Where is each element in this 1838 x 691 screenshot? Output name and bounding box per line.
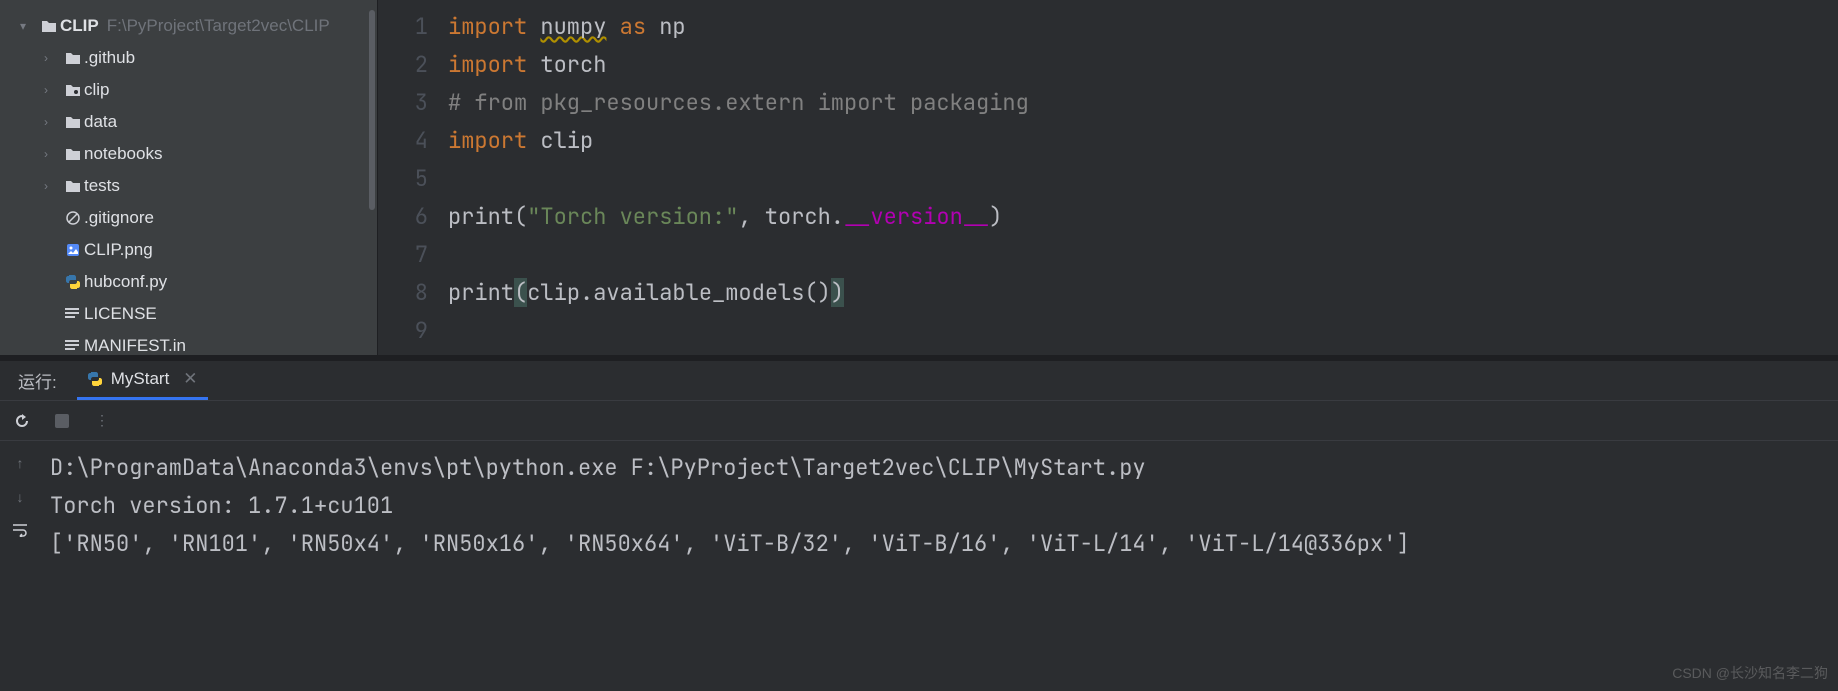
line-number: 1 xyxy=(378,8,428,46)
run-label: 运行: xyxy=(18,368,57,393)
tree-file-license[interactable]: LICENSE xyxy=(0,298,377,330)
folder-icon xyxy=(62,115,84,129)
image-icon xyxy=(62,242,84,258)
tree-folder-tests[interactable]: ›tests xyxy=(0,170,377,202)
folder-icon xyxy=(38,19,60,33)
tree-root[interactable]: ▾ CLIP F:\PyProject\Target2vec\CLIP xyxy=(0,10,377,42)
tree-folder-github[interactable]: ›.github xyxy=(0,42,377,74)
tree-folder-clip[interactable]: ›clip xyxy=(0,74,377,106)
chevron-right-icon[interactable]: › xyxy=(44,115,62,129)
folder-icon xyxy=(62,147,84,161)
text-icon xyxy=(62,307,84,321)
project-tree[interactable]: ▾ CLIP F:\PyProject\Target2vec\CLIP ›.gi… xyxy=(0,0,378,355)
tree-file-gitignore[interactable]: .gitignore xyxy=(0,202,377,234)
line-number: 6 xyxy=(378,198,428,236)
folder-icon xyxy=(62,179,84,193)
soft-wrap-icon[interactable] xyxy=(10,523,30,537)
tree-file-hubconf[interactable]: hubconf.py xyxy=(0,266,377,298)
rerun-icon[interactable] xyxy=(12,413,32,429)
stop-icon[interactable] xyxy=(52,414,72,428)
folder-icon xyxy=(62,83,84,97)
scroll-up-icon[interactable]: ↑ xyxy=(10,455,30,471)
line-number: 7 xyxy=(378,236,428,274)
run-toolbar: ⋮ xyxy=(0,401,1838,441)
console-body: ↑ ↓ D:\ProgramData\Anaconda3\envs\pt\pyt… xyxy=(0,441,1838,691)
project-name: CLIP xyxy=(60,16,99,35)
console-line: D:\ProgramData\Anaconda3\envs\pt\python.… xyxy=(50,449,1838,487)
line-number: 9 xyxy=(378,312,428,350)
line-number: 3 xyxy=(378,84,428,122)
line-number: 5 xyxy=(378,160,428,198)
chevron-right-icon[interactable]: › xyxy=(44,179,62,193)
chevron-right-icon[interactable]: › xyxy=(44,51,62,65)
run-panel: 运行: MyStart ✕ ⋮ ↑ ↓ D:\ProgramData\Anaco… xyxy=(0,361,1838,691)
close-icon[interactable]: ✕ xyxy=(183,369,197,389)
project-path: F:\PyProject\Target2vec\CLIP xyxy=(107,16,330,36)
code-editor[interactable]: 1 2 3 4 5 6 7 8 9 import numpy as npimpo… xyxy=(378,0,1838,355)
tree-scrollbar[interactable] xyxy=(369,10,375,210)
run-tab-label: MyStart xyxy=(111,369,170,389)
line-number: 4 xyxy=(378,122,428,160)
tree-folder-notebooks[interactable]: ›notebooks xyxy=(0,138,377,170)
text-icon xyxy=(62,339,84,353)
run-tab[interactable]: MyStart ✕ xyxy=(77,361,208,400)
folder-icon xyxy=(62,51,84,65)
line-number: 8 xyxy=(378,274,428,312)
tree-file-clippng[interactable]: CLIP.png xyxy=(0,234,377,266)
line-number: 2 xyxy=(378,46,428,84)
run-header: 运行: MyStart ✕ xyxy=(0,361,1838,401)
chevron-right-icon[interactable]: › xyxy=(44,147,62,161)
python-icon xyxy=(87,371,103,387)
top-pane: ▾ CLIP F:\PyProject\Target2vec\CLIP ›.gi… xyxy=(0,0,1838,355)
tree-file-manifest[interactable]: MANIFEST.in xyxy=(0,330,377,355)
chevron-down-icon[interactable]: ▾ xyxy=(20,19,38,33)
console-line: Torch version: 1.7.1+cu101 xyxy=(50,487,1838,525)
editor-gutter: 1 2 3 4 5 6 7 8 9 xyxy=(378,8,448,355)
console-line: ['RN50', 'RN101', 'RN50x4', 'RN50x16', '… xyxy=(50,525,1838,563)
watermark: CSDN @长沙知名李二狗 xyxy=(1672,663,1828,683)
console-output[interactable]: D:\ProgramData\Anaconda3\envs\pt\python.… xyxy=(40,441,1838,691)
ignore-icon xyxy=(62,210,84,226)
python-icon xyxy=(62,274,84,290)
chevron-right-icon[interactable]: › xyxy=(44,83,62,97)
scroll-down-icon[interactable]: ↓ xyxy=(10,489,30,505)
more-icon[interactable]: ⋮ xyxy=(92,412,112,429)
tree-folder-data[interactable]: ›data xyxy=(0,106,377,138)
console-left-toolbar: ↑ ↓ xyxy=(0,441,40,691)
code-content[interactable]: import numpy as npimport torch# from pkg… xyxy=(448,8,1838,355)
